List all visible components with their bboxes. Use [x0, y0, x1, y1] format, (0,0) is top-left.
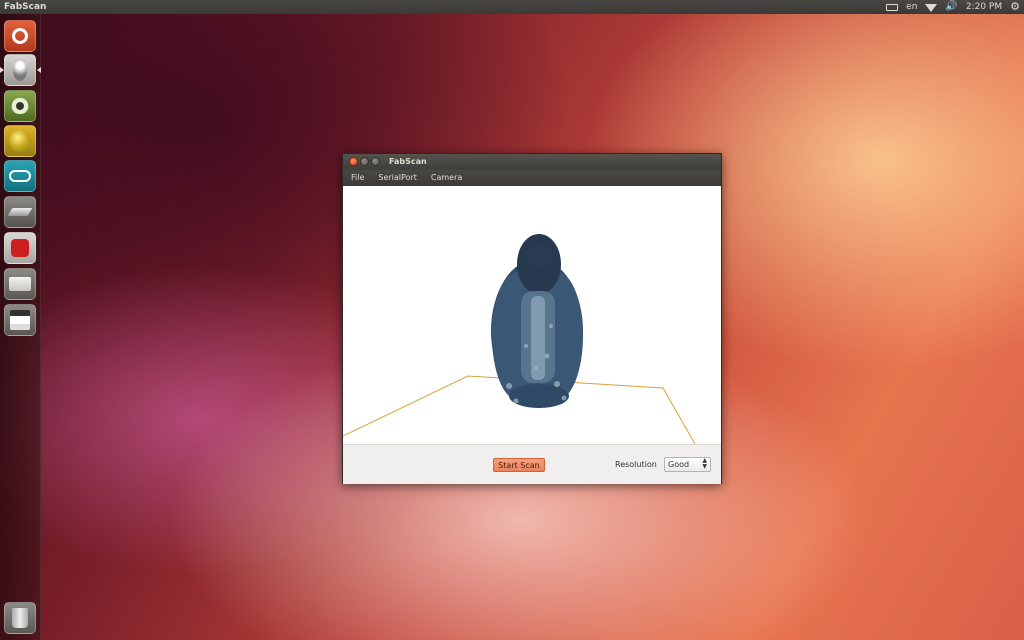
launcher-item-ubuntu-dash[interactable]	[4, 20, 36, 52]
3d-viewport[interactable]	[343, 186, 721, 444]
menu-serialport[interactable]: SerialPort	[378, 170, 417, 186]
menu-camera[interactable]: Camera	[431, 170, 462, 186]
penguin-icon	[13, 59, 27, 81]
start-scan-button[interactable]: Start Scan	[493, 458, 545, 472]
maximize-window-icon[interactable]	[371, 157, 380, 166]
launcher-item-slicer[interactable]	[4, 196, 36, 228]
printer-plate-icon	[7, 208, 33, 216]
launcher-item-trash[interactable]	[4, 602, 36, 634]
launcher-item-arduino[interactable]	[4, 160, 36, 192]
launcher-item-blender[interactable]	[4, 125, 36, 157]
floppy-icon	[10, 310, 30, 330]
trash-icon	[12, 608, 28, 628]
drive-icon	[9, 277, 31, 291]
window-title: FabScan	[389, 157, 427, 166]
active-app-title: FabScan	[4, 2, 47, 12]
bottom-toolbar: Start Scan Resolution Good ▲ ▼	[343, 444, 721, 484]
scanned-object-point-cloud	[491, 234, 583, 408]
ubuntu-logo-icon	[12, 28, 28, 44]
fabscan-window: FabScan File SerialPort Camera Start Sca…	[342, 153, 722, 484]
focused-indicator	[37, 67, 41, 73]
resolution-label: Resolution	[615, 460, 657, 469]
close-window-icon[interactable]	[349, 157, 358, 166]
top-panel: FabScan en 🔊 2:20 PM ⚙	[0, 0, 1024, 14]
point-cloud-view	[343, 234, 696, 444]
menu-bar: File SerialPort Camera	[343, 170, 721, 186]
launcher-item-fabscan[interactable]	[4, 54, 36, 86]
launcher-item-drive[interactable]	[4, 268, 36, 300]
launcher-item-meshlab[interactable]	[4, 90, 36, 122]
settings-gear-icon[interactable]: ⚙	[1010, 0, 1020, 14]
3d-sphere-icon	[9, 130, 31, 152]
window-titlebar[interactable]: FabScan	[343, 154, 721, 170]
launcher	[0, 14, 41, 640]
volume-icon[interactable]: 🔊	[945, 0, 957, 14]
launcher-item-repetier[interactable]	[4, 232, 36, 264]
language-indicator[interactable]: en	[906, 0, 917, 14]
resolution-select[interactable]: Good ▲ ▼	[664, 457, 711, 472]
eye-icon	[8, 98, 32, 114]
wifi-icon[interactable]	[925, 4, 938, 12]
keyboard-icon[interactable]	[886, 3, 899, 11]
spinner-arrows-icon: ▲ ▼	[702, 457, 707, 470]
arduino-infinity-icon	[9, 170, 31, 182]
menu-file[interactable]: File	[351, 170, 364, 186]
minimize-window-icon[interactable]	[360, 157, 369, 166]
resolution-value: Good	[668, 460, 690, 469]
r-badge-icon	[11, 239, 29, 257]
launcher-item-floppy[interactable]	[4, 304, 36, 336]
system-tray: en 🔊 2:20 PM ⚙	[886, 0, 1020, 14]
clock[interactable]: 2:20 PM	[966, 0, 1002, 14]
